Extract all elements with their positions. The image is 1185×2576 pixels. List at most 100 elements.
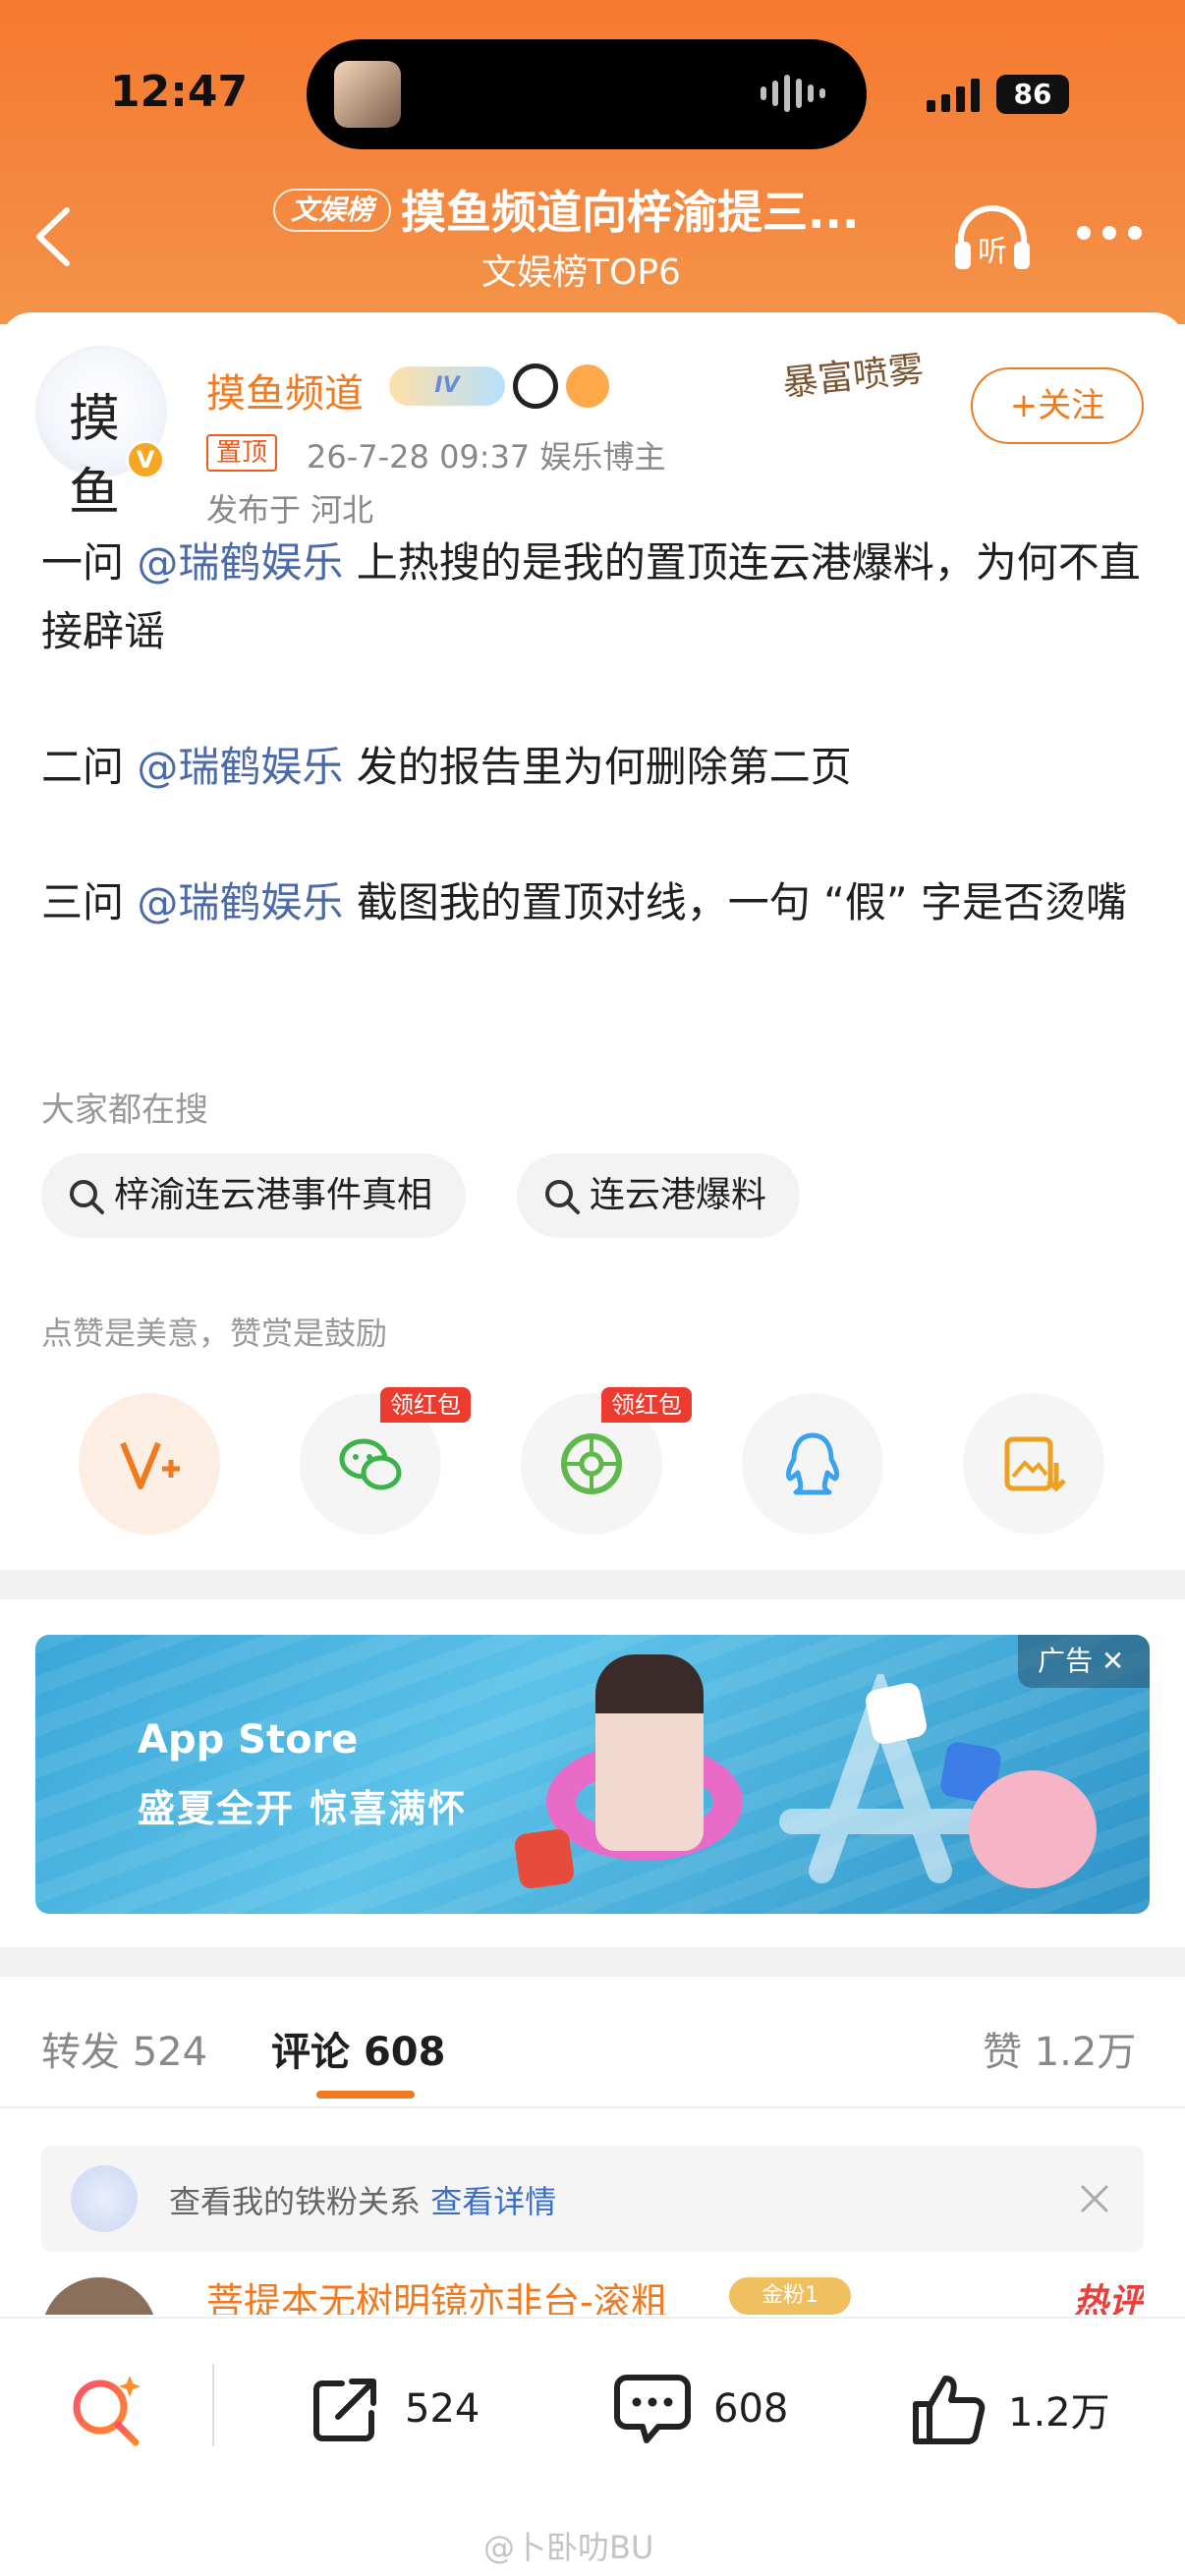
- panda-badge-icon: [513, 364, 558, 409]
- post-meta: 26-7-28 09:37 娱乐博主: [307, 438, 666, 476]
- fan-badge-icon: [71, 2165, 138, 2232]
- save-image-icon: [1004, 1436, 1066, 1492]
- ad-brand-text: App Store: [138, 1717, 359, 1763]
- ad-brand: App Store: [138, 1717, 358, 1763]
- red-packet-badge: 领红包: [380, 1387, 471, 1423]
- repost-icon: [313, 2379, 376, 2441]
- save-image-button[interactable]: [963, 1393, 1104, 1535]
- tab-like[interactable]: 赞 1.2万: [983, 2020, 1136, 2077]
- red-packet-badge: 领红包: [601, 1387, 692, 1423]
- mention-link[interactable]: @瑞鹤娱乐: [137, 538, 343, 587]
- comment-icon: [614, 2375, 691, 2443]
- author-name[interactable]: 摸鱼频道: [206, 362, 364, 419]
- comment-count: 608: [713, 2386, 789, 2432]
- paragraph-text: 三问: [41, 878, 138, 926]
- tab-count: 608: [363, 2030, 446, 2075]
- close-icon[interactable]: [1075, 2179, 1114, 2218]
- like-button[interactable]: 1.2万: [910, 2368, 1110, 2450]
- tab-label: 转发: [41, 2030, 120, 2075]
- bottom-action-bar: 524 608 1.2万: [0, 2317, 1185, 2493]
- watermark: @卜卧叻BU: [483, 2529, 654, 2566]
- paragraph-text: 一问: [41, 538, 138, 587]
- moments-icon: [561, 1433, 622, 1494]
- first-comment[interactable]: 菩提本无树明镜亦非台-滚粗 金粉1 热评: [41, 2277, 1144, 2315]
- repost-count: 524: [405, 2386, 480, 2432]
- fish-badge-icon: [566, 364, 609, 408]
- tab-label: 赞: [983, 2030, 1022, 2075]
- author-badges: IV: [389, 364, 609, 409]
- paragraph-text: 发的报告里为何删除第二页: [343, 743, 852, 791]
- fan-level-badge: 金粉1: [729, 2277, 851, 2315]
- listen-label: 听: [978, 235, 1007, 269]
- ai-search-icon[interactable]: [65, 2368, 147, 2450]
- search-chip[interactable]: 梓渝连云港事件真相: [41, 1153, 467, 1238]
- qq-icon: [785, 1432, 840, 1495]
- listen-button[interactable]: 听: [951, 202, 1034, 275]
- post-paragraph-1: 一问 @瑞鹤娱乐 上热搜的是我的置顶连云港爆料，为何不直接辟谣: [41, 529, 1152, 666]
- share-qq-button[interactable]: [742, 1393, 883, 1535]
- commenter-avatar[interactable]: [41, 2277, 157, 2315]
- search-chip-label: 连云港爆料: [590, 1175, 767, 1215]
- chevron-left-icon: [36, 207, 70, 266]
- back-button[interactable]: [29, 202, 79, 271]
- search-hint-label: 大家都在搜: [41, 1091, 208, 1130]
- pinned-tag: 置顶: [206, 434, 278, 472]
- search-icon: [545, 1180, 580, 1214]
- cellular-signal-icon: [927, 79, 980, 112]
- reward-tip: 点赞是美意，赞赏是鼓励: [41, 1315, 388, 1352]
- active-tab-indicator: [316, 2091, 415, 2099]
- hot-comment-tag: 热评: [1072, 2282, 1144, 2315]
- view-details-link[interactable]: 查看详情: [430, 2183, 556, 2220]
- post-paragraph-2: 二问 @瑞鹤娱乐 发的报告里为何删除第二页: [41, 733, 1152, 802]
- tab-count: 524: [132, 2030, 208, 2075]
- headphones-icon: 听: [955, 205, 1030, 269]
- paragraph-text: 截图我的置顶对线，一句 “假” 字是否烫嘴: [343, 878, 1127, 926]
- like-count: 1.2万: [1008, 2390, 1110, 2436]
- reward-icon: [120, 1441, 180, 1489]
- mention-link[interactable]: @瑞鹤娱乐: [137, 878, 343, 926]
- battery-indicator: 86: [996, 75, 1069, 114]
- share-wechat-button[interactable]: 领红包: [300, 1387, 471, 1535]
- close-icon[interactable]: ✕: [1101, 1645, 1124, 1677]
- section-divider: [0, 1570, 1185, 1599]
- ad-mascot: [969, 1770, 1097, 1888]
- post-paragraph-3: 三问 @瑞鹤娱乐 截图我的置顶对线，一句 “假” 字是否烫嘴: [41, 868, 1152, 937]
- tab-count: 1.2万: [1034, 2030, 1137, 2075]
- interaction-tabs: 转发 524 评论 608 赞 1.2万: [0, 1977, 1185, 2108]
- ad-close-button[interactable]: 广告 ✕: [1018, 1635, 1150, 1688]
- status-time: 12:47: [110, 67, 249, 117]
- ad-slogan: 盛夏全开 惊喜满怀: [138, 1787, 468, 1830]
- ad-label-text: 广告: [1038, 1645, 1094, 1677]
- section-divider: [0, 1947, 1185, 1977]
- share-moments-button[interactable]: 领红包: [521, 1387, 692, 1535]
- fan-banner-label: 查看我的铁粉关系: [169, 2183, 422, 2220]
- tab-label: 评论: [271, 2030, 350, 2075]
- search-icon: [70, 1180, 104, 1214]
- ad-character: [595, 1654, 704, 1851]
- reward-button[interactable]: [79, 1393, 220, 1535]
- tab-comment[interactable]: 评论 608: [271, 2020, 445, 2077]
- thumbs-up-icon: [913, 2376, 986, 2444]
- search-chip[interactable]: 连云港爆料: [517, 1153, 801, 1238]
- ad-banner[interactable]: App Store 盛夏全开 惊喜满怀 广告 ✕: [35, 1635, 1150, 1914]
- tab-repost[interactable]: 转发 524: [41, 2020, 207, 2077]
- share-row: 领红包 领红包: [79, 1387, 1106, 1540]
- ad-app-cube: [863, 1680, 930, 1747]
- rank-badge[interactable]: 文娱榜: [273, 189, 392, 232]
- header: 12:47 86 文娱榜 摸鱼频道向梓渝提三... 文娱榜TOP6 听: [0, 0, 1185, 324]
- fan-relation-banner[interactable]: 查看我的铁粉关系 查看详情: [41, 2146, 1144, 2252]
- follow-button[interactable]: +关注: [971, 367, 1144, 444]
- decoration-text: 暴富喷雾: [780, 349, 927, 405]
- page-subtitle[interactable]: 文娱榜TOP6: [481, 244, 681, 295]
- dynamic-island[interactable]: [307, 39, 867, 149]
- verified-badge-icon: V: [126, 440, 165, 479]
- mention-link[interactable]: @瑞鹤娱乐: [137, 743, 343, 791]
- repost-button[interactable]: 524: [309, 2368, 480, 2450]
- commenter-name[interactable]: 菩提本无树明镜亦非台-滚粗: [206, 2277, 668, 2315]
- post-card: 摸鱼 V 摸鱼频道 IV 置顶 26-7-28 09:37 娱乐博主 发布于 河…: [0, 312, 1185, 1570]
- wechat-icon: [339, 1438, 402, 1490]
- more-options-icon[interactable]: [1077, 226, 1142, 240]
- comment-button[interactable]: 608: [613, 2368, 788, 2450]
- search-chip-label: 梓渝连云港事件真相: [114, 1175, 433, 1215]
- page-title: 摸鱼频道向梓渝提三...: [401, 186, 860, 239]
